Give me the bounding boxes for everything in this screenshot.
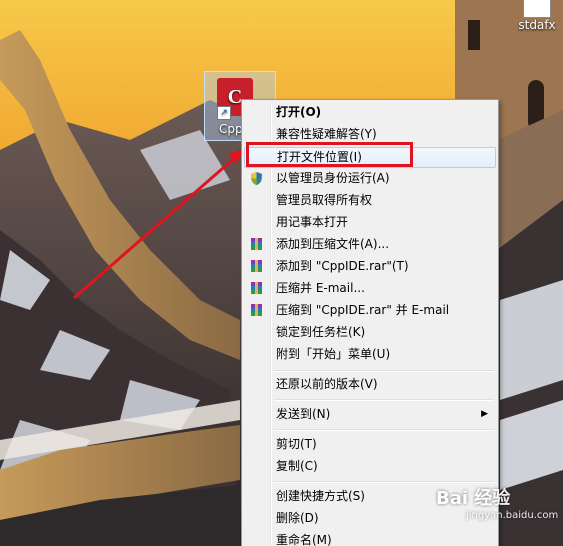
- menu-item-copy[interactable]: 复制(C): [244, 456, 496, 477]
- menu-item-label: 删除(D): [276, 511, 319, 525]
- menu-item-add-to-archive[interactable]: 添加到压缩文件(A)...: [244, 234, 496, 255]
- menu-item-label: 重命名(M): [276, 533, 332, 546]
- menu-item-label: 附到「开始」菜单(U): [276, 347, 391, 361]
- menu-item-label: 压缩到 "CppIDE.rar" 并 E-mail: [276, 303, 450, 317]
- menu-item-label: 发送到(N): [276, 407, 331, 421]
- menu-item-label: 剪切(T): [276, 437, 317, 451]
- uac-shield-icon: [251, 172, 262, 185]
- menu-separator: [274, 481, 494, 483]
- menu-separator: [274, 370, 494, 372]
- menu-item-add-to-cppide-rar[interactable]: 添加到 "CppIDE.rar"(T): [244, 256, 496, 277]
- submenu-arrow-icon: ▶: [481, 409, 488, 419]
- menu-item-label: 以管理员身份运行(A): [276, 171, 390, 185]
- menu-item-run-as-admin[interactable]: 以管理员身份运行(A): [244, 168, 496, 189]
- menu-item-label: 添加到压缩文件(A)...: [276, 237, 390, 251]
- menu-item-compress-to-cppide-rar-email[interactable]: 压缩到 "CppIDE.rar" 并 E-mail: [244, 300, 496, 321]
- menu-separator: [274, 429, 494, 431]
- menu-item-pin-to-taskbar[interactable]: 锁定到任务栏(K): [244, 322, 496, 343]
- menu-item-send-to[interactable]: 发送到(N) ▶: [244, 404, 496, 425]
- menu-item-label: 压缩并 E-mail...: [276, 281, 365, 295]
- menu-item-label: 管理员取得所有权: [276, 193, 373, 207]
- menu-item-pin-to-start[interactable]: 附到「开始」菜单(U): [244, 344, 496, 365]
- menu-item-take-ownership[interactable]: 管理员取得所有权: [244, 190, 496, 211]
- menu-item-rename[interactable]: 重命名(M): [244, 530, 496, 546]
- menu-item-compress-email[interactable]: 压缩并 E-mail...: [244, 278, 496, 299]
- menu-item-label: 复制(C): [276, 459, 318, 473]
- menu-item-open-with-notepad[interactable]: 用记事本打开: [244, 212, 496, 233]
- menu-item-label: 打开(O): [276, 105, 322, 119]
- baidu-watermark-url: jingyan.baidu.com: [466, 510, 559, 521]
- menu-item-open[interactable]: 打开(O): [244, 102, 496, 123]
- menu-item-restore-previous-versions[interactable]: 还原以前的版本(V): [244, 374, 496, 395]
- winrar-icon: [251, 304, 262, 316]
- menu-item-label: 添加到 "CppIDE.rar"(T): [276, 259, 409, 273]
- menu-separator: [274, 399, 494, 401]
- baidu-watermark-logo: Bai 经验: [436, 488, 511, 509]
- desktop-background: stdafx C ↗ Cpp 打开(O) 兼容性疑难解答(Y) 打开文件位置(I…: [0, 0, 563, 546]
- menu-item-label: 锁定到任务栏(K): [276, 325, 366, 339]
- winrar-icon: [251, 238, 262, 250]
- menu-item-delete[interactable]: 删除(D): [244, 508, 496, 529]
- menu-item-label: 创建快捷方式(S): [276, 489, 365, 503]
- winrar-icon: [251, 282, 262, 294]
- menu-item-cut[interactable]: 剪切(T): [244, 434, 496, 455]
- winrar-icon: [251, 260, 262, 272]
- annotation-highlight-box: [246, 142, 413, 167]
- menu-item-label: 用记事本打开: [276, 215, 349, 229]
- menu-item-label: 还原以前的版本(V): [276, 377, 378, 391]
